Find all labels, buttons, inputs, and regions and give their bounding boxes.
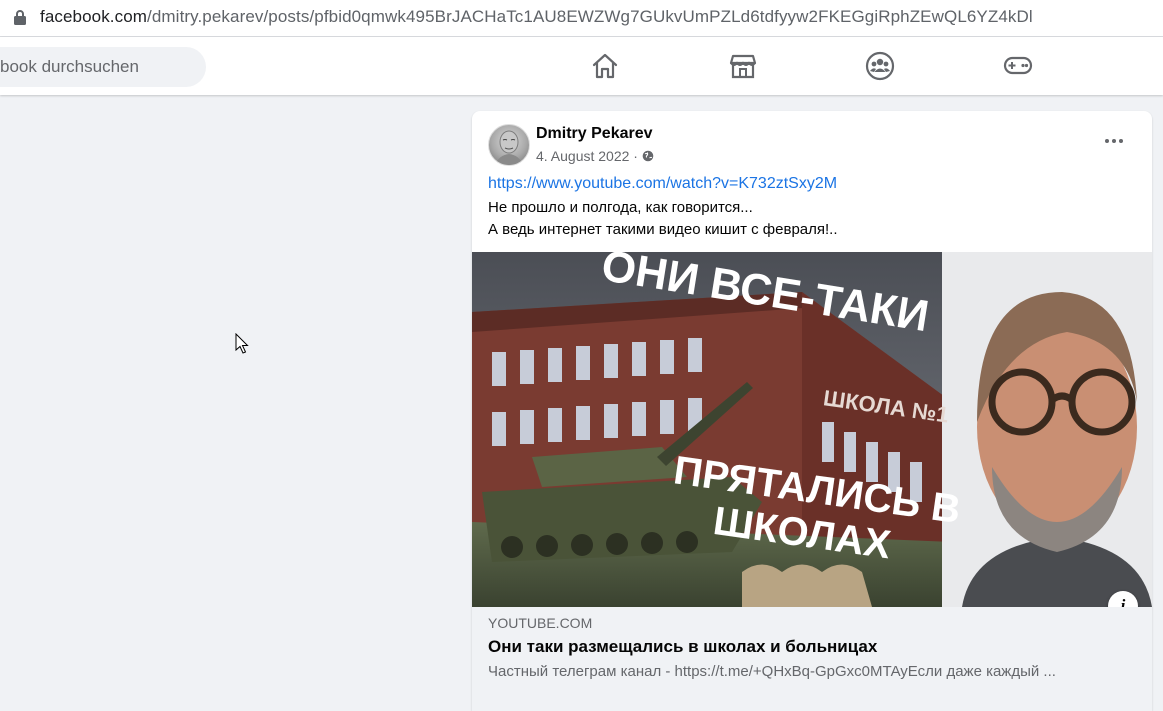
search-input[interactable] (0, 47, 206, 87)
globe-icon (642, 150, 654, 162)
marketplace-icon (729, 54, 757, 79)
top-navigation (0, 37, 1163, 95)
gaming-icon (1003, 56, 1033, 75)
post-card: Dmitry Pekarev 4. August 2022 · https://… (472, 111, 1152, 711)
post-author[interactable]: Dmitry Pekarev (536, 125, 653, 143)
mouse-cursor-icon (235, 333, 249, 354)
link-preview-title[interactable]: Они таки размещались в школах и больница… (488, 637, 877, 657)
video-thumbnail[interactable]: ОНИ ВСЕ-ТАКИ ПРЯТАЛИСЬ В ШКОЛАХ ШКОЛА №1 (472, 252, 1152, 607)
link-preview-description: Частный телеграм канал - https://t.me/+Q… (488, 663, 1056, 680)
post-text-line-2: А ведь интернет такими видео кишит с фев… (488, 221, 838, 238)
profile-photo-icon (495, 130, 523, 165)
more-options-button[interactable] (1096, 129, 1132, 153)
avatar[interactable] (488, 124, 530, 166)
more-dots-icon (1105, 139, 1123, 143)
link-preview-domain: YOUTUBE.COM (488, 615, 593, 631)
post-meta: 4. August 2022 · (536, 148, 654, 164)
nav-home-button[interactable] (581, 46, 629, 86)
groups-icon (865, 51, 895, 81)
lock-icon (14, 10, 26, 25)
home-icon (592, 53, 618, 79)
post-link[interactable]: https://www.youtube.com/watch?v=K732ztSx… (488, 175, 837, 193)
url-path: /dmitry.pekarev/posts/pfbid0qmwk495BrJAC… (147, 7, 1033, 26)
address-bar[interactable]: facebook.com/dmitry.pekarev/posts/pfbid0… (0, 0, 1163, 37)
thumbnail-illustration: ОНИ ВСЕ-ТАКИ ПРЯТАЛИСЬ В ШКОЛАХ ШКОЛА №1 (472, 252, 1152, 607)
url-host: facebook.com (40, 7, 148, 26)
nav-gaming-button[interactable] (994, 46, 1042, 86)
post-text-line-1: Не прошло и полгода, как говорится... (488, 199, 753, 216)
link-preview[interactable]: YOUTUBE.COM Они таки размещались в школа… (472, 607, 1152, 711)
nav-groups-button[interactable] (856, 46, 904, 86)
post-date[interactable]: 4. August 2022 · (536, 148, 638, 164)
nav-marketplace-button[interactable] (719, 46, 767, 86)
url-text[interactable]: facebook.com/dmitry.pekarev/posts/pfbid0… (40, 7, 1033, 27)
